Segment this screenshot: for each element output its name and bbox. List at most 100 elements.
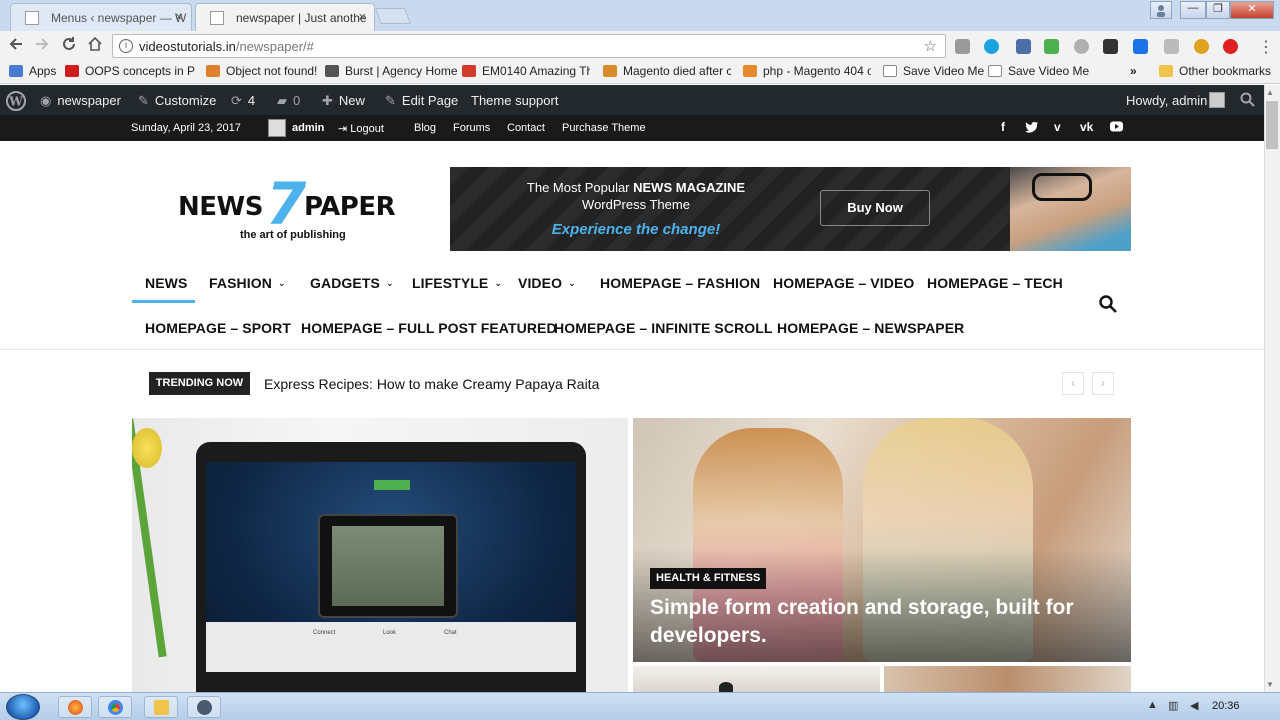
bookmark-star-icon[interactable]: ☆ bbox=[924, 37, 937, 55]
twitter-icon[interactable] bbox=[1025, 120, 1039, 136]
wordpress-logo-icon[interactable]: W bbox=[6, 91, 26, 114]
bookmark-item[interactable]: Save Video Me bbox=[883, 64, 984, 78]
menu-item-lifestyle[interactable]: LIFESTYLE ⌄ bbox=[412, 275, 502, 291]
pocket-extension-icon[interactable] bbox=[1223, 39, 1238, 54]
menu-item-video[interactable]: VIDEO ⌄ bbox=[518, 275, 576, 291]
bookmark-item[interactable]: Magento died after c bbox=[603, 64, 731, 78]
home-button[interactable] bbox=[85, 36, 105, 57]
tab-close-icon[interactable]: × bbox=[175, 9, 183, 24]
bookmark-item[interactable]: OOPS concepts in PH bbox=[65, 64, 195, 78]
menu-item-homepage-video[interactable]: HOMEPAGE – VIDEO bbox=[773, 275, 914, 291]
settings-extension-icon[interactable] bbox=[1194, 39, 1209, 54]
admin-site-link[interactable]: ◉ newspaper bbox=[40, 93, 121, 109]
tab-close-icon[interactable]: × bbox=[358, 9, 366, 24]
back-button[interactable] bbox=[6, 36, 26, 57]
maximize-button[interactable]: ❐ bbox=[1206, 1, 1230, 19]
other-bookmarks-folder[interactable]: Other bookmarks bbox=[1159, 64, 1271, 78]
taskbar-app[interactable] bbox=[187, 696, 221, 718]
menu-item-news[interactable]: NEWS bbox=[145, 275, 187, 291]
minimize-button[interactable]: — bbox=[1180, 1, 1206, 19]
top-link-blog[interactable]: Blog bbox=[414, 122, 436, 134]
bookmark-item[interactable]: Burst | Agency Home bbox=[325, 64, 458, 78]
facebook-icon[interactable]: f bbox=[1001, 120, 1005, 134]
trending-prev-button[interactable]: ‹ bbox=[1062, 372, 1084, 395]
user-link[interactable]: admin bbox=[292, 122, 324, 134]
start-button[interactable] bbox=[6, 694, 40, 720]
menu-item-homepage-infinite-scroll[interactable]: HOMEPAGE – INFINITE SCROLL bbox=[554, 320, 773, 336]
skype-extension-icon[interactable] bbox=[984, 39, 999, 54]
page-scrollbar[interactable] bbox=[1264, 85, 1280, 692]
magento-icon bbox=[462, 65, 476, 77]
volume-icon[interactable]: ◀ bbox=[1190, 699, 1198, 712]
taskbar-explorer[interactable] bbox=[144, 696, 178, 718]
taskbar-clock[interactable]: 20:36 bbox=[1212, 700, 1240, 712]
header-ad-banner[interactable]: The Most Popular NEWS MAGAZINE WordPress… bbox=[450, 167, 1131, 251]
menu-item-homepage-newspaper[interactable]: HOMEPAGE – NEWSPAPER bbox=[777, 320, 964, 336]
youtube-icon[interactable] bbox=[1110, 120, 1123, 135]
taskbar-chrome[interactable] bbox=[98, 696, 132, 718]
vk-icon[interactable]: vk bbox=[1080, 120, 1093, 134]
theme-support-link[interactable]: Theme support bbox=[471, 93, 558, 108]
customize-link[interactable]: ✎ Customize bbox=[138, 93, 216, 109]
tab-newspaper[interactable]: newspaper | Just anothe × bbox=[195, 3, 375, 31]
bookmarks-overflow-button[interactable]: » bbox=[1130, 64, 1137, 78]
new-content-link[interactable]: ✚ New bbox=[322, 93, 365, 109]
gmail-extension-icon[interactable] bbox=[1103, 39, 1118, 54]
bookmark-item[interactable]: Object not found! bbox=[206, 64, 317, 78]
logout-link[interactable]: ⇥ Logout bbox=[338, 122, 384, 135]
address-bar[interactable]: i videostutorials.in/newspaper/# ☆ bbox=[112, 34, 946, 58]
featured-post-title[interactable]: Simple form creation and storage, built … bbox=[650, 594, 1090, 650]
logo-text-paper: PAPER bbox=[304, 192, 396, 222]
site-info-icon[interactable]: i bbox=[119, 39, 133, 53]
tb-extension-icon[interactable] bbox=[1164, 39, 1179, 54]
menu-item-homepage-full-post[interactable]: HOMEPAGE – FULL POST FEATURED bbox=[301, 320, 557, 336]
user-avatar bbox=[268, 119, 286, 137]
search-icon[interactable] bbox=[1099, 295, 1117, 313]
scroll-down-arrow-icon[interactable]: ▼ bbox=[1266, 680, 1274, 689]
profile-button[interactable] bbox=[1150, 1, 1172, 19]
taskbar-firefox[interactable] bbox=[58, 696, 92, 718]
bookmark-item[interactable]: php - Magento 404 o bbox=[743, 64, 871, 78]
top-link-contact[interactable]: Contact bbox=[507, 122, 545, 134]
new-tab-button[interactable] bbox=[375, 8, 411, 24]
d-extension-icon[interactable] bbox=[1133, 39, 1148, 54]
tab-menus[interactable]: Menus ‹ newspaper — W × bbox=[10, 3, 192, 31]
close-window-button[interactable]: ✕ bbox=[1230, 1, 1274, 19]
buy-now-button[interactable]: Buy Now bbox=[820, 190, 930, 226]
top-link-forums[interactable]: Forums bbox=[453, 122, 490, 134]
scroll-up-arrow-icon[interactable]: ▲ bbox=[1266, 88, 1274, 97]
tray-expand-icon[interactable]: ▲ bbox=[1147, 699, 1158, 711]
menu-item-gadgets[interactable]: GADGETS ⌄ bbox=[310, 275, 394, 291]
pen-extension-icon[interactable] bbox=[1016, 39, 1031, 54]
trending-next-button[interactable]: › bbox=[1092, 372, 1114, 395]
menu-item-homepage-sport[interactable]: HOMEPAGE – SPORT bbox=[145, 320, 291, 336]
adblock-extension-icon[interactable] bbox=[1074, 39, 1089, 54]
vimeo-icon[interactable]: v bbox=[1054, 120, 1061, 134]
admin-avatar[interactable] bbox=[1209, 92, 1225, 108]
reload-button[interactable] bbox=[59, 36, 79, 57]
browser-menu-icon[interactable]: ⋮ bbox=[1258, 37, 1274, 57]
edit-page-link[interactable]: ✎ Edit Page bbox=[385, 93, 458, 109]
top-link-purchase-theme[interactable]: Purchase Theme bbox=[562, 122, 646, 134]
site-logo[interactable]: NEWS 7 PAPER the art of publishing bbox=[178, 170, 408, 246]
bookmark-item[interactable]: Save Video Me bbox=[988, 64, 1089, 78]
camera-extension-icon[interactable] bbox=[955, 39, 970, 54]
bookmark-item[interactable]: EM0140 Amazing The bbox=[462, 64, 590, 78]
bookmark-apps[interactable]: Apps bbox=[9, 64, 56, 78]
comments-link[interactable]: ▰ 0 bbox=[277, 93, 300, 109]
menu-item-homepage-tech[interactable]: HOMEPAGE – TECH bbox=[927, 275, 1063, 291]
category-badge[interactable]: HEALTH & FITNESS bbox=[650, 568, 767, 589]
chart-extension-icon[interactable] bbox=[1044, 39, 1059, 54]
menu-item-fashion[interactable]: FASHION ⌄ bbox=[209, 275, 286, 291]
updates-link[interactable]: ⟳ 4 bbox=[231, 93, 255, 109]
network-icon[interactable]: ▥ bbox=[1168, 699, 1178, 712]
menu-item-homepage-fashion[interactable]: HOMEPAGE – FASHION bbox=[600, 275, 760, 291]
forward-button[interactable] bbox=[32, 36, 52, 57]
howdy-user-menu[interactable]: Howdy, admin bbox=[1126, 93, 1207, 108]
featured-post-small-2[interactable] bbox=[884, 666, 1131, 692]
scrollbar-thumb[interactable] bbox=[1266, 101, 1278, 149]
admin-search-icon[interactable] bbox=[1240, 92, 1255, 110]
featured-post-large[interactable]: Connect Look Chat bbox=[132, 418, 628, 692]
featured-post-small-1[interactable] bbox=[633, 666, 880, 692]
trending-headline-link[interactable]: Express Recipes: How to make Creamy Papa… bbox=[264, 376, 599, 392]
